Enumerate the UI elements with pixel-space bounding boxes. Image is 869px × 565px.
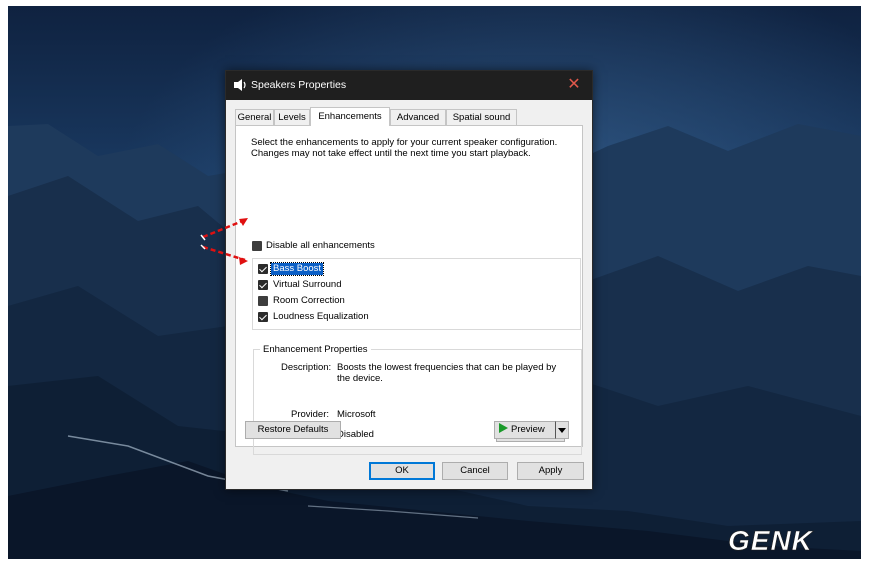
description-label: Description: xyxy=(281,362,332,373)
disable-all-label[interactable]: Disable all enhancements xyxy=(266,240,375,252)
description-value: Boosts the lowest frequencies that can b… xyxy=(337,362,557,384)
enhancements-description: Select the enhancements to apply for you… xyxy=(251,137,558,159)
virtual-surround-checkbox[interactable] xyxy=(258,280,268,290)
status-value: Disabled xyxy=(337,429,374,440)
red-annotation-arrow xyxy=(202,218,246,262)
dialog-titlebar[interactable]: Speakers Properties ✕ xyxy=(226,71,592,100)
loudness-equalization-checkbox[interactable] xyxy=(258,312,268,322)
room-correction-checkbox[interactable] xyxy=(258,296,268,306)
bass-boost-label[interactable]: Bass Boost xyxy=(269,262,325,276)
bass-boost-checkbox[interactable] xyxy=(258,264,268,274)
enhancements-panel: Select the enhancements to apply for you… xyxy=(235,125,583,455)
svg-text:GENK: GENK xyxy=(728,525,814,555)
speakers-properties-dialog: Speakers Properties ✕ General Levels Enh… xyxy=(225,70,593,490)
chevron-down-icon xyxy=(558,428,566,433)
cancel-button[interactable]: Cancel xyxy=(442,462,508,480)
ok-button[interactable]: OK xyxy=(369,462,435,480)
provider-value: Microsoft xyxy=(337,409,376,420)
loudness-equalization-label[interactable]: Loudness Equalization xyxy=(273,311,369,323)
speaker-icon xyxy=(233,78,247,92)
preview-label: Preview xyxy=(511,424,545,435)
tab-advanced[interactable]: Advanced xyxy=(390,109,446,125)
apply-button[interactable]: Apply xyxy=(517,462,584,480)
provider-label: Provider: xyxy=(291,409,330,420)
tab-levels[interactable]: Levels xyxy=(274,109,310,125)
play-icon xyxy=(499,423,508,433)
tab-enhancements[interactable]: Enhancements xyxy=(310,107,390,126)
preview-dropdown[interactable] xyxy=(555,421,569,439)
tab-general[interactable]: General xyxy=(235,109,274,125)
close-icon[interactable]: ✕ xyxy=(562,74,586,96)
room-correction-label[interactable]: Room Correction xyxy=(273,295,345,307)
virtual-surround-label[interactable]: Virtual Surround xyxy=(273,279,341,291)
restore-defaults-button[interactable]: Restore Defaults xyxy=(245,421,341,439)
genk-watermark-logo: GENK xyxy=(728,525,814,555)
annotation-arrows xyxy=(200,218,248,265)
tab-spatial-sound[interactable]: Spatial sound xyxy=(446,109,517,125)
dialog-title: Speakers Properties xyxy=(251,79,347,91)
enhancement-properties-title: Enhancement Properties xyxy=(260,344,371,355)
